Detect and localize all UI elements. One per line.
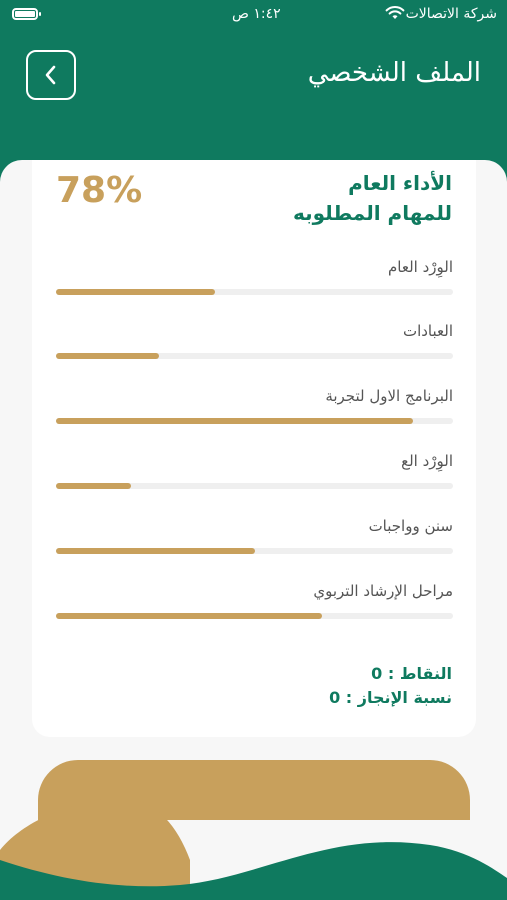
progress-fill [56, 548, 255, 554]
page-title: الملف الشخصي [307, 58, 481, 88]
metric-sunnah-duties: سنن وواجبات [56, 517, 453, 557]
metric-wird-2: الوِرْد الع [56, 452, 453, 492]
metric-worship: العبادات [56, 322, 453, 362]
status-bar: شركة الاتصالات ١:٤٢ ص [0, 0, 507, 30]
bottom-wave-decoration [0, 797, 507, 900]
progress-track [56, 613, 453, 619]
card-title-line2: للمهام المطلوبه [292, 201, 452, 225]
metric-label: العبادات [402, 322, 453, 340]
progress-fill [56, 613, 322, 619]
overall-percent: 78% [56, 170, 143, 211]
progress-track [56, 483, 453, 489]
chevron-left-icon [45, 65, 56, 85]
metric-general-wird: الوِرْد العام [56, 258, 453, 298]
metric-guidance-stages: مراحل الإرشاد التربوي [56, 582, 453, 622]
points-summary: النقاط : 0 نسبة الإنجاز : 0 [329, 662, 452, 710]
progress-track [56, 353, 453, 359]
battery-icon [12, 8, 41, 20]
metric-label: البرنامج الاول لتجربة [325, 387, 453, 405]
progress-fill [56, 353, 160, 359]
completion-text: نسبة الإنجاز : 0 [329, 688, 452, 707]
progress-fill [56, 418, 414, 424]
content-sheet: 78% الأداء العام للمهام المطلوبه الوِرْد… [0, 160, 507, 900]
card-title: الأداء العام للمهام المطلوبه [293, 168, 452, 228]
progress-fill [56, 289, 215, 295]
back-button[interactable] [26, 50, 76, 100]
performance-card: 78% الأداء العام للمهام المطلوبه الوِرْد… [32, 160, 476, 737]
card-title-line1: الأداء العام [348, 171, 452, 195]
metric-label: مراحل الإرشاد التربوي [313, 582, 453, 600]
metric-label: سنن وواجبات [368, 517, 453, 535]
progress-fill [56, 483, 132, 489]
points-text: النقاط : 0 [371, 664, 452, 683]
progress-track [56, 418, 453, 424]
wifi-icon [385, 5, 405, 25]
status-time: ١:٤٢ ص [232, 6, 281, 22]
metric-first-program: البرنامج الاول لتجربة [56, 387, 453, 427]
metric-label: الوِرْد العام [387, 258, 453, 276]
progress-track [56, 289, 453, 295]
metric-label: الوِرْد الع [401, 452, 453, 470]
carrier-name: شركة الاتصالات [405, 6, 497, 22]
progress-track [56, 548, 453, 554]
